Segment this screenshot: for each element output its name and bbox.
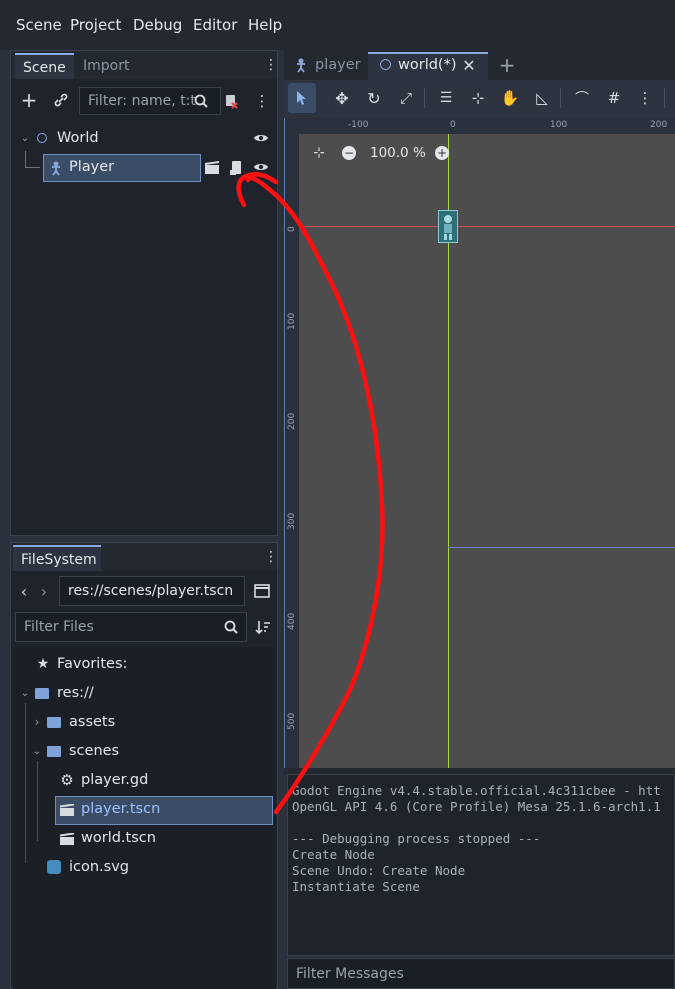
annotation-arrow (236, 172, 385, 815)
